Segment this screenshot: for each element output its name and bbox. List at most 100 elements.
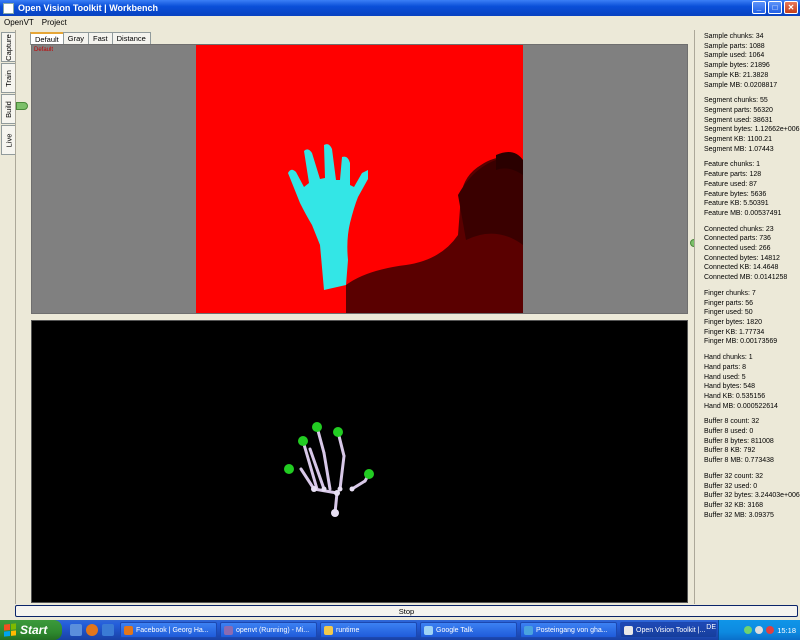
stat-line: Segment MB: 1.07443 [704,145,774,153]
stat-group: Feature chunks: 1 Feature parts: 128 Featu… [704,160,800,218]
camera-view[interactable]: Default [31,44,688,314]
task-label: Google Talk [436,626,473,634]
stat-line: Feature KB: 5.50391 [704,200,769,208]
stop-button[interactable]: Stop [15,605,798,617]
stat-line: Buffer 8 MB: 0.773438 [704,457,774,465]
clock: 15:18 [777,625,796,635]
task-label: Facebook | Georg Ha... [136,626,209,634]
stat-line: Connected bytes: 14812 [704,254,780,262]
stat-line: Hand chunks: 1 [704,354,753,362]
stats-list: Sample chunks: 34 Sample parts: 1088 Sampl… [695,32,800,526]
stat-line: Hand used: 5 [704,373,746,381]
stat-line: Buffer 32 used: 0 [704,482,758,490]
stat-group: Finger chunks: 7 Finger parts: 56 Finger u… [704,289,800,347]
taskbar-button[interactable]: Facebook | Georg Ha... [120,622,217,638]
tab-build-label: Build [4,100,13,118]
stat-line: Segment bytes: 1.12662e+006 [704,126,800,134]
stat-line: Sample chunks: 34 [704,33,764,40]
taskbar-button[interactable]: Google Talk [420,622,517,638]
taskbar-button[interactable]: openvt (Running) - Mi... [220,622,317,638]
outlook-icon[interactable] [102,624,114,636]
stat-line: Buffer 32 count: 32 [704,472,764,480]
hand-model-view[interactable] [31,320,688,603]
taskbar-button[interactable]: runtime [320,622,417,638]
stat-line: Buffer 8 bytes: 811008 [704,437,774,445]
stat-line: Hand parts: 8 [704,363,747,371]
desktop-icon[interactable] [70,624,82,636]
task-app-icon [124,625,133,635]
tab-build[interactable]: Build [1,94,15,124]
stat-line: Connected parts: 736 [704,235,771,243]
minimize-button[interactable]: _ [752,1,766,14]
tab-train-label: Train [4,69,13,87]
stat-line: Sample MB: 0.0208817 [704,81,778,89]
maximize-button[interactable]: □ [768,1,782,14]
stat-group: Buffer 32 count: 32 Buffer 32 used: 0 Buff… [704,472,800,521]
stat-line: Hand KB: 0.535156 [704,392,766,400]
stat-group: Buffer 8 count: 32 Buffer 8 used: 0 Buffer… [704,417,800,466]
stat-line: Feature used: 87 [704,180,757,188]
stat-line: Segment used: 38631 [704,116,773,124]
stat-line: Buffer 8 KB: 792 [704,447,756,455]
tab-train[interactable]: Train [1,63,15,93]
task-label: Open Vision Toolkit |... [636,626,706,634]
task-buttons: Facebook | Georg Ha... openvt (Running) -… [120,622,717,638]
stat-line: Segment KB: 1100.21 [704,136,772,144]
taskbar-button[interactable]: Posteingang von gha... [520,622,617,638]
menu-project[interactable]: Project [38,18,71,27]
stat-line: Buffer 8 used: 0 [704,428,754,436]
stat-line: Connected MB: 0.0141258 [704,274,788,282]
stat-group: Sample chunks: 34 Sample parts: 1088 Sampl… [704,32,800,90]
stat-line: Segment chunks: 55 [704,97,768,105]
tab-live[interactable]: Live [1,125,15,155]
language-indicator[interactable]: DE [706,624,716,631]
stat-line: Feature MB: 0.00537491 [704,209,782,217]
start-label: Start [20,623,48,637]
close-button[interactable]: ✕ [784,1,798,14]
network-icon[interactable] [744,626,753,634]
stat-group: Connected chunks: 23 Connected parts: 736… [704,225,800,283]
stat-line: Feature parts: 128 [704,171,762,179]
stat-group: Segment chunks: 55 Segment parts: 56320 Se… [704,96,800,154]
taskbar: Start Facebook | Georg Ha... openvt (Runn… [0,620,800,640]
tab-capture[interactable]: Capture [1,32,15,62]
stat-line: Feature chunks: 1 [704,161,761,169]
task-app-icon [624,625,633,635]
security-icon[interactable] [766,626,775,634]
stat-line: Buffer 8 count: 32 [704,418,760,426]
stat-line: Finger used: 50 [704,309,753,317]
hand-mask [288,144,368,290]
stat-line: Hand MB: 0.000522614 [704,402,778,410]
hand-skeleton [284,422,374,517]
stat-line: Buffer 32 KB: 3168 [704,501,764,509]
tab-distance[interactable]: Distance [111,32,151,44]
window-title: Open Vision Toolkit | Workbench [18,3,159,13]
stat-line: Connected used: 266 [704,245,771,253]
task-label: Posteingang von gha... [536,626,608,634]
windows-logo-icon [4,623,16,637]
stat-line: Connected chunks: 23 [704,225,774,233]
system-tray: 15:18 [718,620,800,640]
left-splitter-handle[interactable] [16,102,28,110]
taskbar-button[interactable]: Open Vision Toolkit |... [620,622,717,638]
tab-gray[interactable]: Gray [62,32,90,44]
segmentation-image [288,144,523,313]
task-app-icon [424,625,433,635]
tab-fast[interactable]: Fast [88,32,113,44]
stat-line: Sample parts: 1088 [704,42,765,50]
title-bar[interactable]: Open Vision Toolkit | Workbench _ □ ✕ [0,0,800,16]
stat-group: Hand chunks: 1 Hand parts: 8 Hand used: 5 H… [704,353,800,411]
start-button[interactable]: Start [0,620,62,640]
stat-line: Finger KB: 1.77734 [704,328,765,336]
stat-line: Finger bytes: 1820 [704,318,762,326]
menu-openvt[interactable]: OpenVT [0,18,38,27]
task-label: openvt (Running) - Mi... [236,626,310,634]
app-icon [3,2,14,14]
task-app-icon [224,625,233,635]
window-controls: _ □ ✕ [752,1,798,14]
task-app-icon [324,625,333,635]
stats-panel: Sample chunks: 34 Sample parts: 1088 Sampl… [694,30,800,604]
segmented-image [196,45,523,313]
firefox-icon[interactable] [86,624,98,636]
volume-icon[interactable] [755,626,764,634]
